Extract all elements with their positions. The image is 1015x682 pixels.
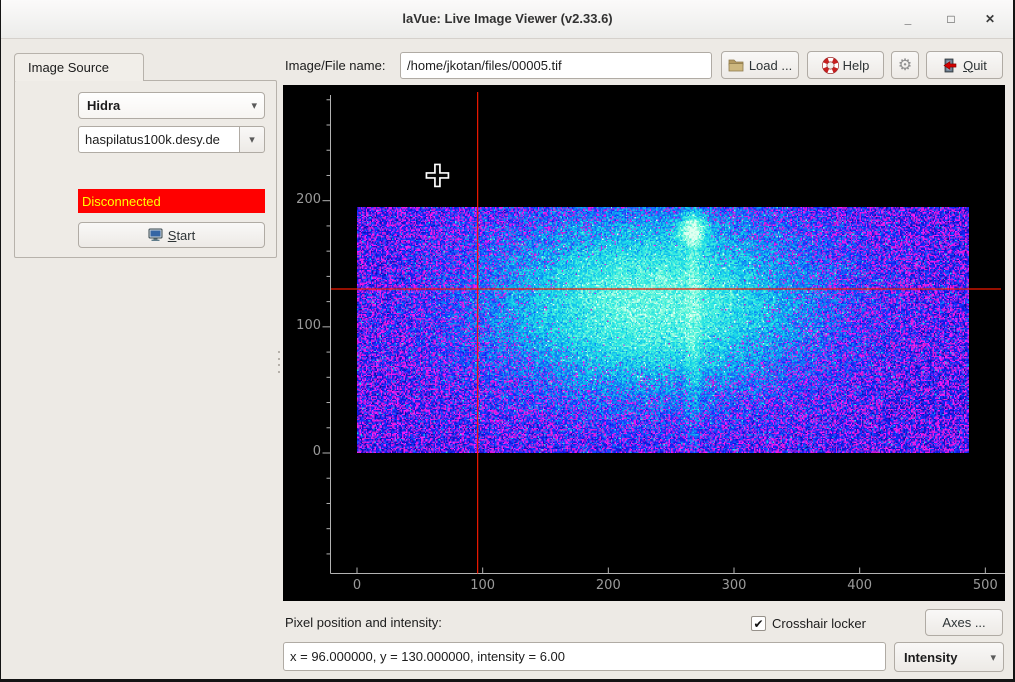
window-title: laVue: Live Image Viewer (v2.33.6) [0,0,1015,38]
y-axis-tick-label: 100 [283,318,321,333]
crosshair-locker-checkbox[interactable]: ✔ [751,616,766,631]
x-axis-tick-label: 500 [960,578,1010,593]
x-axis-tick-label: 100 [458,578,508,593]
gear-icon: ⚙ [898,55,912,75]
window-border-left [0,0,1,682]
chevron-down-icon: ▾ [983,651,1003,664]
chevron-down-icon: ▾ [249,133,255,146]
chevron-down-icon: ▾ [244,99,264,112]
status-value: Disconnected [82,194,161,209]
close-button[interactable]: ✕ [977,8,1003,30]
help-button[interactable]: Help [807,51,884,79]
source-combobox-value: Hidra [79,98,120,113]
help-button-label: Help [843,58,870,73]
axes-button-label: Axes ... [942,615,985,630]
server-dropdown-button[interactable]: ▾ [239,126,265,153]
load-button-label: Load ... [749,58,792,73]
x-axis-tick-label: 0 [332,578,382,593]
load-button[interactable]: Load ... [721,51,799,79]
detector-image[interactable] [357,207,969,453]
quit-button[interactable]: Quit [926,51,1003,79]
y-axis-tick-label: 200 [283,192,321,207]
tab-image-source-label: Image Source [28,60,109,75]
minimize-button[interactable]: _ [895,8,921,30]
filename-input[interactable]: /home/jkotan/files/00005.tif [400,52,712,79]
image-plot[interactable]: 01002000100200300400500 [283,85,1005,601]
status-badge: Disconnected [78,189,265,213]
filename-label: Image/File name: [285,58,385,73]
position-readout-value: x = 96.000000, y = 130.000000, intensity… [290,649,565,664]
mouse-crosshair-cursor [426,164,448,186]
x-axis-tick-label: 400 [835,578,885,593]
settings-button[interactable]: ⚙ [891,51,919,79]
lifebuoy-icon [822,57,839,74]
start-button-label: Start [168,228,195,243]
filename-input-value: /home/jkotan/files/00005.tif [407,58,562,73]
exit-door-icon [942,58,959,73]
position-readout-input[interactable]: x = 96.000000, y = 130.000000, intensity… [283,642,886,671]
pixel-position-label: Pixel position and intensity: [285,615,442,630]
server-input-value: haspilatus100k.desy.de [85,132,220,147]
splitter-handle[interactable] [276,351,281,373]
maximize-button[interactable]: □ [938,8,964,30]
server-input[interactable]: haspilatus100k.desy.de [78,126,240,153]
folder-icon [728,58,745,72]
axes-button[interactable]: Axes ... [925,609,1003,636]
source-combobox[interactable]: Hidra ▾ [78,92,265,119]
scale-selector-value: Intensity [895,650,957,665]
x-axis-tick-label: 200 [583,578,633,593]
y-axis-tick-label: 0 [283,444,321,459]
quit-button-label: Quit [963,58,987,73]
crosshair-locker-label: Crosshair locker [772,616,866,631]
start-button[interactable]: Start [78,222,265,248]
scale-selector-combobox[interactable]: Intensity ▾ [894,642,1004,672]
monitor-icon [148,228,164,242]
x-axis-tick-label: 300 [709,578,759,593]
tab-image-source[interactable]: Image Source [14,53,144,81]
titlebar[interactable]: laVue: Live Image Viewer (v2.33.6) _ □ ✕ [0,0,1015,39]
